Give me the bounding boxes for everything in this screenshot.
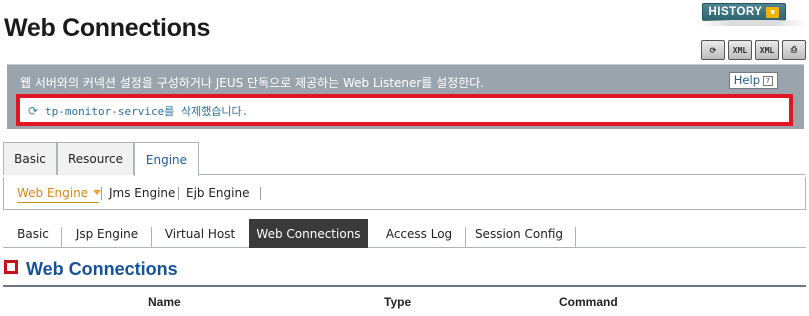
divider bbox=[575, 227, 576, 247]
divider bbox=[260, 187, 261, 200]
chevron-down-icon: ▼ bbox=[766, 6, 780, 18]
xml-export-icon[interactable]: XML bbox=[728, 40, 752, 60]
main-tabs: Basic Resource Engine bbox=[3, 142, 806, 176]
divider bbox=[61, 227, 62, 247]
tab-session-config[interactable]: Session Config bbox=[469, 219, 569, 248]
divider bbox=[101, 187, 102, 200]
divider bbox=[465, 227, 466, 247]
section-bullet-icon bbox=[4, 260, 18, 274]
info-panel: 웹 서버와의 커넥션 설정을 구성하거나 JEUS 단독으로 제공하는 Web … bbox=[7, 64, 804, 129]
tab-ejb-engine[interactable]: Ejb Engine bbox=[186, 186, 249, 200]
reload-icon[interactable]: ⟳ bbox=[701, 40, 725, 60]
tab-web-connections[interactable]: Web Connections bbox=[249, 219, 368, 248]
divider bbox=[178, 187, 179, 200]
help-icon: ? bbox=[763, 75, 773, 86]
divider bbox=[151, 227, 152, 247]
section-title: Web Connections bbox=[26, 259, 178, 279]
history-button[interactable]: HISTORY ▼ bbox=[702, 3, 786, 21]
history-label: HISTORY bbox=[708, 6, 763, 18]
table-top-border bbox=[3, 285, 806, 287]
tab-access-log[interactable]: Access Log bbox=[375, 219, 463, 248]
tab-resource[interactable]: Resource bbox=[57, 142, 134, 175]
toolbar: ⟳ XML XML ⎙ bbox=[701, 40, 806, 60]
status-message-box: ⟳ tp-monitor-service를 삭제했습니다. bbox=[16, 94, 793, 126]
active-underline bbox=[17, 202, 99, 203]
dropdown-arrow-icon bbox=[93, 190, 102, 195]
tab-engine[interactable]: Engine bbox=[134, 142, 199, 176]
tab-basic[interactable]: Basic bbox=[3, 142, 57, 175]
help-button[interactable]: Help ? bbox=[728, 72, 778, 89]
tab-web-basic[interactable]: Basic bbox=[9, 219, 57, 248]
refresh-icon: ⟳ bbox=[28, 104, 39, 118]
history-shadow bbox=[700, 20, 806, 26]
column-header-command: Command bbox=[559, 295, 618, 309]
web-engine-tabs: Basic Jsp Engine Virtual Host Web Connec… bbox=[3, 219, 806, 248]
info-description: 웹 서버와의 커넥션 설정을 구성하거나 JEUS 단독으로 제공하는 Web … bbox=[20, 76, 485, 90]
help-label: Help bbox=[733, 73, 760, 87]
xml-import-icon[interactable]: XML bbox=[755, 40, 779, 60]
status-message: tp-monitor-service를 삭제했습니다. bbox=[45, 105, 249, 118]
print-icon[interactable]: ⎙ bbox=[782, 40, 806, 60]
tab-web-engine[interactable]: Web Engine bbox=[17, 186, 102, 200]
tab-jms-engine[interactable]: Jms Engine bbox=[109, 186, 175, 200]
engine-tabs: Web Engine Jms Engine Ejb Engine bbox=[3, 177, 806, 210]
tab-jsp-engine[interactable]: Jsp Engine bbox=[65, 219, 149, 248]
column-header-name: Name bbox=[148, 295, 181, 309]
tab-virtual-host[interactable]: Virtual Host bbox=[155, 219, 245, 248]
page-title: Web Connections bbox=[4, 14, 211, 42]
column-header-type: Type bbox=[384, 295, 412, 309]
